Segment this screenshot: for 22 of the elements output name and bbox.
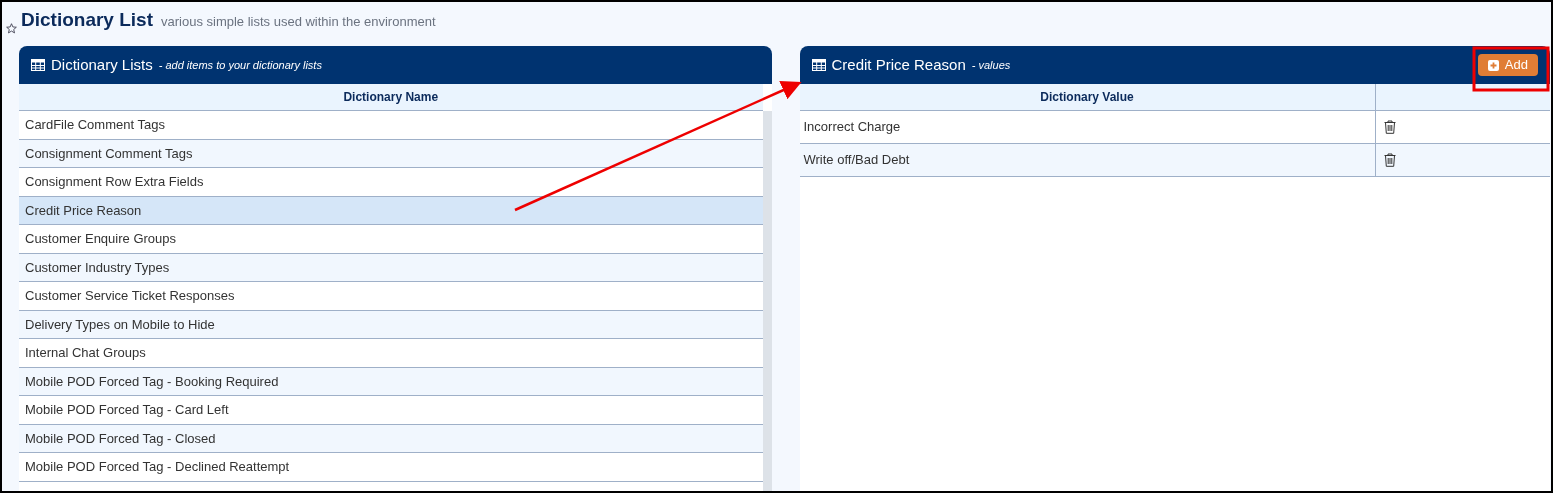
scrollbar[interactable] (762, 111, 772, 491)
list-row[interactable]: Credit Price Reason (19, 196, 763, 225)
list-row[interactable]: Mobile POD Forced Tag - Booking Required (19, 367, 763, 396)
page-title: Dictionary List (21, 8, 153, 32)
panel-subtitle: - add items to your dictionary lists (158, 57, 322, 73)
delete-icon[interactable] (1383, 120, 1396, 134)
panel-title: Dictionary Lists (51, 54, 153, 75)
delete-icon[interactable] (1383, 153, 1396, 167)
list-row[interactable]: Customer Industry Types (19, 253, 763, 282)
value-cell: Write off/Bad Debt (799, 144, 1376, 176)
value-cell: Incorrect Charge (799, 111, 1376, 143)
column-header[interactable]: Dictionary Name (19, 84, 763, 111)
page-subtitle: various simple lists used within the environment (161, 13, 436, 31)
table-icon (31, 59, 45, 71)
panel-subtitle: - values (971, 57, 1011, 73)
list-row[interactable]: Mobile POD Forced Tag - Closed (19, 424, 763, 453)
panel-title: Credit Price Reason (831, 54, 966, 75)
star-icon[interactable] (6, 22, 17, 34)
list-row[interactable]: Consignment Comment Tags (19, 139, 763, 168)
list-row[interactable]: Delivery Types on Mobile to Hide (19, 310, 763, 339)
table-icon (811, 59, 826, 71)
plus-icon (1487, 59, 1499, 71)
